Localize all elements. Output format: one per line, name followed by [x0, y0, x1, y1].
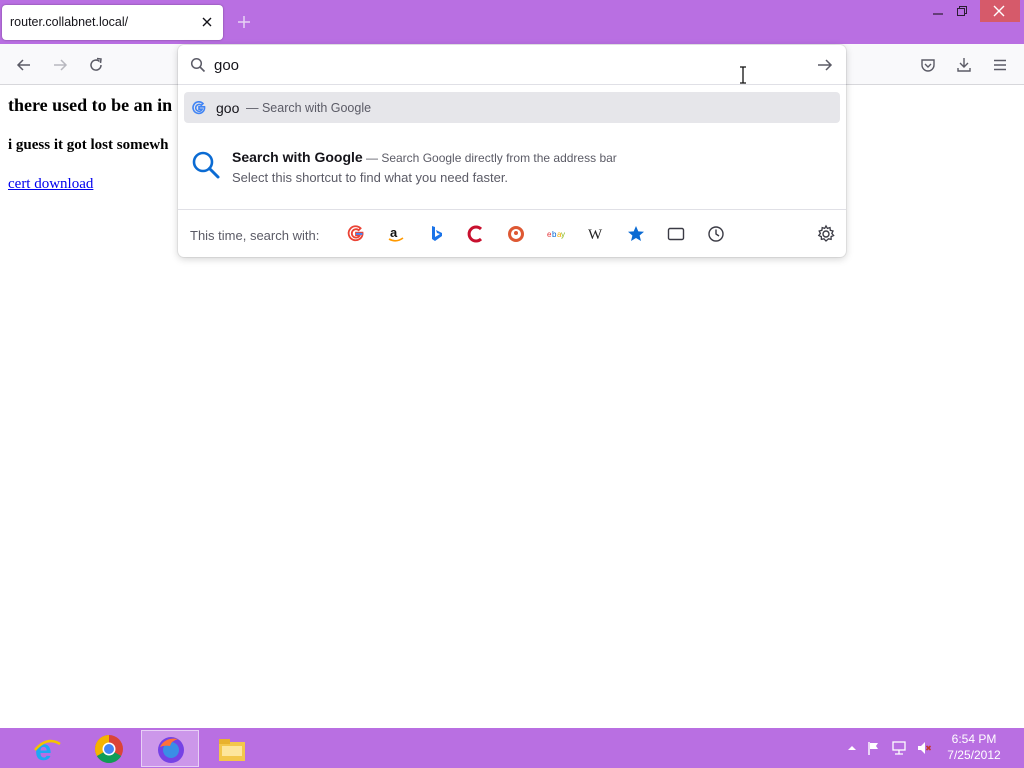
reload-icon	[90, 57, 102, 71]
svg-text:a: a	[390, 225, 398, 240]
page-subheading: i guess it got lost somewh	[8, 137, 169, 153]
downloads-button[interactable]	[951, 52, 977, 78]
forward-arrow-icon	[54, 59, 68, 71]
tab-close-icon[interactable]	[199, 14, 215, 30]
network-icon[interactable]	[891, 740, 907, 756]
bing-icon[interactable]	[426, 224, 446, 244]
clock-time: 6:54 PM	[951, 732, 997, 746]
new-tab-icon[interactable]	[235, 13, 253, 31]
pocket-button[interactable]	[915, 52, 941, 78]
reload-button[interactable]	[83, 52, 109, 78]
title-bar: router.collabnet.local/	[0, 0, 1024, 44]
chrome-icon[interactable]	[80, 730, 138, 767]
wikipedia-icon[interactable]: W	[586, 224, 606, 244]
download-icon	[957, 58, 971, 72]
back-button[interactable]	[11, 52, 37, 78]
internet-explorer-icon[interactable]: e	[18, 730, 76, 767]
search-icon	[190, 57, 206, 73]
svg-text:y: y	[561, 230, 565, 239]
duckduckgo-icon[interactable]	[506, 224, 526, 244]
cert-download-link[interactable]: cert download	[8, 176, 93, 193]
close-button[interactable]	[980, 0, 1020, 22]
page-heading: there used to be an in	[8, 95, 173, 115]
google-icon	[191, 100, 207, 116]
suggestion-action: — Search with Google	[246, 101, 372, 115]
svg-text:W: W	[588, 227, 603, 243]
forward-button[interactable]	[47, 52, 73, 78]
tabs-icon[interactable]	[666, 224, 686, 244]
app-menu-button[interactable]	[987, 52, 1013, 78]
one-off-label: This time, search with:	[190, 228, 320, 243]
amazon-icon[interactable]: a	[386, 224, 406, 244]
volume-muted-icon[interactable]	[916, 740, 932, 756]
suggestion-query: goo	[216, 100, 240, 116]
divider	[178, 84, 846, 85]
search-suggestion-row[interactable]: goo — Search with Google	[184, 92, 840, 123]
clock-date: 7/25/2012	[947, 748, 1001, 762]
restore-button[interactable]	[944, 0, 980, 22]
taskbar: e 6:54 PM 7/25/2012	[0, 728, 1024, 768]
tray-chevron-icon[interactable]	[844, 740, 860, 756]
firefox-icon[interactable]	[141, 730, 199, 767]
pocket-icon	[921, 59, 935, 72]
cheapflights-icon[interactable]	[466, 224, 486, 244]
text-cursor-icon	[738, 66, 748, 84]
address-bar-input[interactable]	[214, 53, 774, 77]
google-icon[interactable]	[346, 224, 366, 244]
action-center-flag-icon[interactable]	[866, 740, 882, 756]
tab-active[interactable]: router.collabnet.local/	[2, 5, 223, 40]
go-arrow-icon[interactable]	[816, 56, 834, 74]
tip-description: Select this shortcut to find what you ne…	[232, 170, 509, 185]
search-tip-icon	[190, 149, 222, 181]
settings-gear-icon[interactable]	[816, 224, 836, 244]
hamburger-menu-icon	[994, 59, 1006, 71]
system-clock[interactable]: 6:54 PM 7/25/2012	[936, 731, 1012, 763]
bookmarks-icon[interactable]	[626, 224, 646, 244]
file-explorer-icon[interactable]	[203, 730, 261, 767]
history-icon[interactable]	[706, 224, 726, 244]
back-arrow-icon	[16, 59, 30, 71]
tip-subtitle: — Search Google directly from the addres…	[366, 151, 617, 165]
tab-title: router.collabnet.local/	[10, 15, 129, 29]
divider	[178, 209, 846, 210]
ebay-icon[interactable]: ebay	[546, 224, 566, 244]
tip-title[interactable]: Search with Google	[232, 149, 363, 165]
